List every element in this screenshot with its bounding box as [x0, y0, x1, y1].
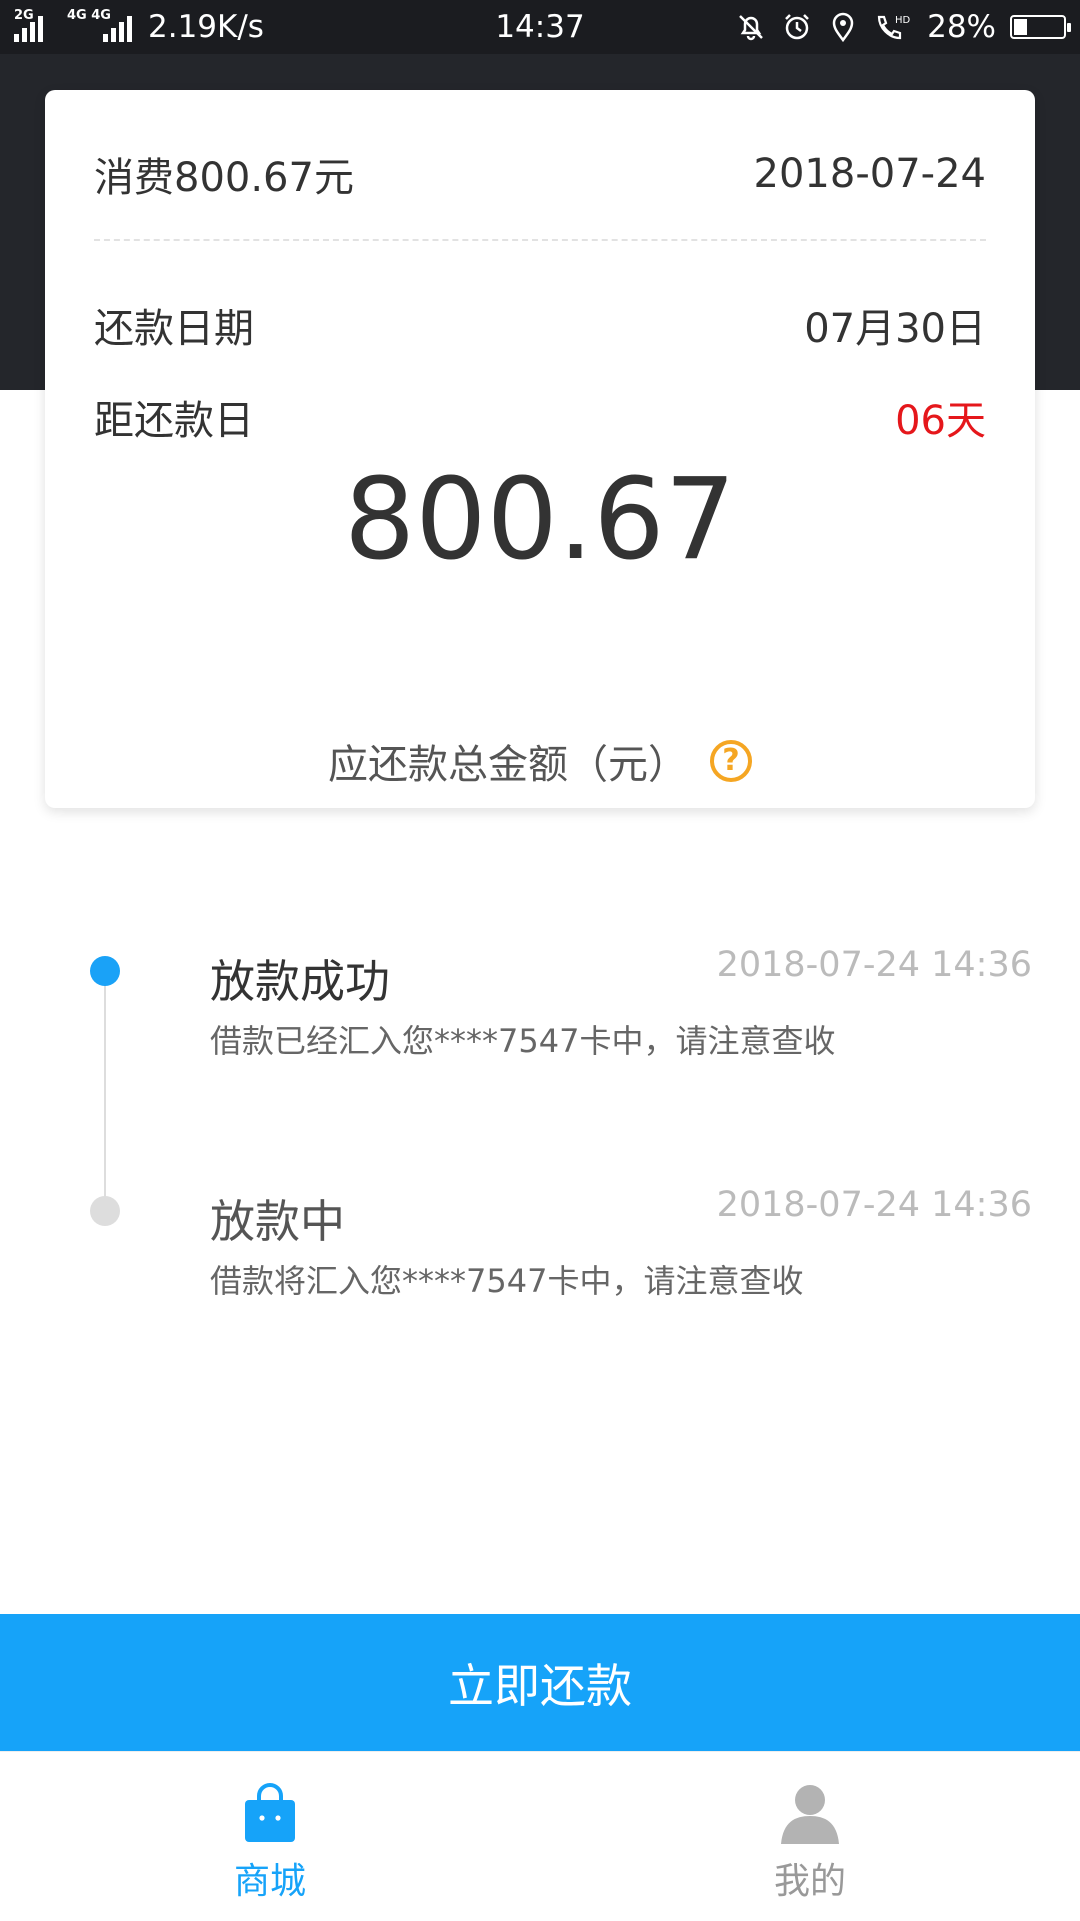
location-icon [832, 12, 854, 43]
help-icon[interactable]: ? [710, 740, 752, 782]
due-date-value: 07月30日 [804, 306, 986, 352]
days-left-value: 06天 [895, 398, 986, 444]
timeline-desc: 借款已经汇入您****7547卡中，请注意查收 [210, 1022, 836, 1060]
timeline-time: 2018-07-24 14:36 [716, 1185, 1032, 1225]
timeline-line [104, 970, 106, 1210]
amount-label-row: 应还款总金额（元） ? [45, 732, 1035, 790]
timeline-dot-inactive [90, 1196, 120, 1226]
battery-icon [1010, 15, 1071, 39]
nav-item-shop[interactable]: 商城 [0, 1752, 540, 1921]
bottom-nav: 商城 我的 [0, 1751, 1080, 1921]
nav-label-shop: 商城 [233, 1861, 306, 1902]
nav-label-mine: 我的 [773, 1861, 846, 1902]
timeline-title: 放款中 [210, 1195, 346, 1248]
dashed-divider [94, 239, 986, 241]
nav-item-mine[interactable]: 我的 [540, 1752, 1080, 1921]
hd-call-icon: HD [877, 15, 911, 40]
battery-percent: 28% [927, 9, 996, 45]
user-icon [781, 1785, 839, 1844]
battery-fill [1014, 19, 1027, 35]
status-right: HD 28% [735, 9, 1071, 45]
timeline-time: 2018-07-24 14:36 [716, 945, 1032, 985]
due-date-row: 还款日期 07月30日 [94, 293, 986, 357]
alarm-icon [785, 14, 809, 40]
repay-now-button[interactable]: 立即还款 [0, 1614, 1080, 1751]
consume-label: 消费800.67元 [94, 155, 354, 201]
consume-row: 消费800.67元 2018-07-24 [94, 142, 986, 206]
days-left-row: 距还款日 06天 [94, 385, 986, 449]
timeline-title: 放款成功 [210, 955, 391, 1008]
amount-label: 应还款总金额（元） [328, 742, 688, 788]
total-amount: 800.67 [344, 455, 736, 585]
svg-text:HD: HD [895, 15, 911, 26]
mute-bell-icon [739, 15, 763, 41]
shopping-bag-icon [245, 1783, 295, 1842]
timeline-dot-active [90, 956, 120, 986]
due-date-label: 还款日期 [94, 306, 254, 352]
timeline-desc: 借款将汇入您****7547卡中，请注意查收 [210, 1262, 804, 1300]
days-left-label: 距还款日 [94, 398, 254, 444]
consume-date: 2018-07-24 [753, 151, 986, 197]
status-bar: 2G 4G 4G 2.19K/s 14:37 HD 28% [0, 0, 1080, 54]
repayment-card: 消费800.67元 2018-07-24 还款日期 07月30日 距还款日 06… [45, 90, 1035, 808]
